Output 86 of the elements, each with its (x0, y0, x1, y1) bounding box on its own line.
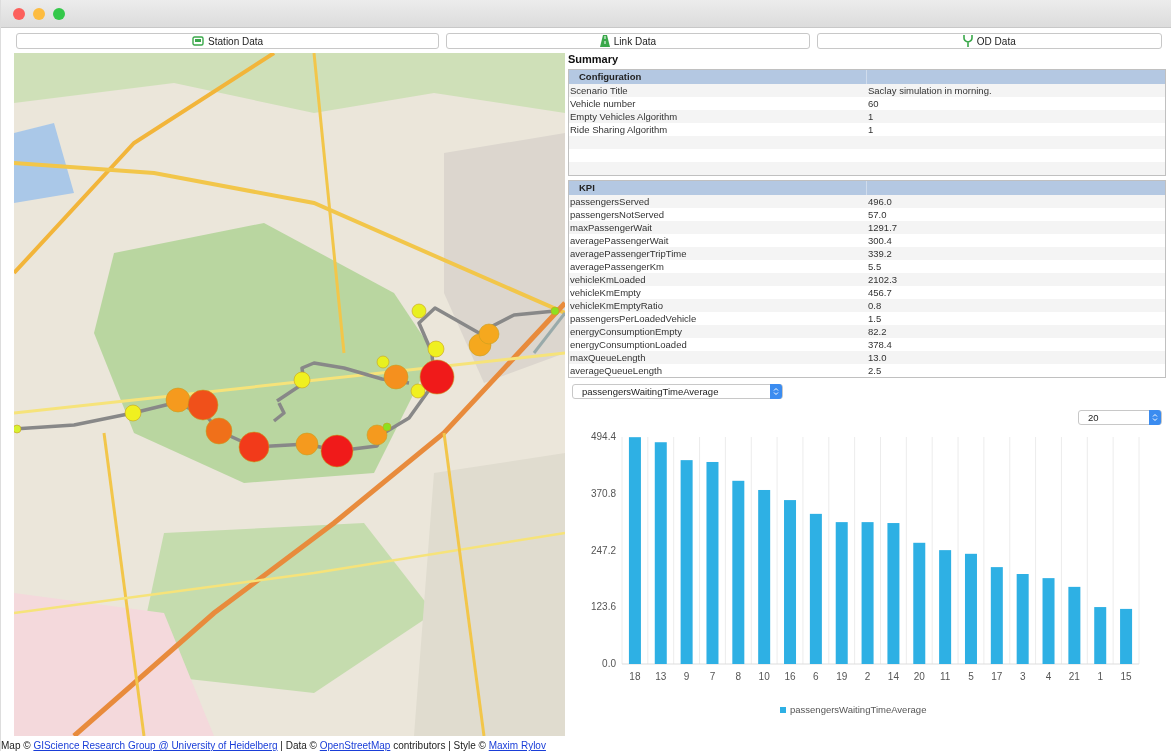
table-cell-text: 57.0 (868, 208, 888, 221)
zoom-button[interactable] (53, 7, 65, 20)
x-tick-label: 14 (887, 671, 899, 682)
x-tick-label: 10 (758, 671, 770, 682)
bar (1120, 608, 1133, 664)
y-tick-label: 123.6 (590, 601, 616, 613)
table-cell-text: 1.5 (868, 312, 883, 325)
x-tick-label: 19 (836, 671, 848, 682)
table-cell-text: passengersServed (569, 195, 651, 208)
fork-icon (962, 35, 973, 47)
table-cell-text: 339.2 (868, 247, 893, 260)
table-cell-text: 496.0 (868, 195, 893, 208)
x-tick-label: 15 (1120, 671, 1132, 682)
table-cell-text: Scenario Title (569, 84, 629, 97)
y-tick-label: 370.8 (590, 487, 616, 499)
table-cell-text: 300.4 (868, 234, 893, 247)
dropdown[interactable]: 20 (1078, 410, 1162, 425)
y-tick-label: 494.4 (590, 431, 616, 442)
close-button[interactable] (13, 7, 25, 20)
table-cell-text: averagePassengerKm (569, 260, 665, 273)
table-cell-text: energyConsumptionLoaded (569, 338, 688, 351)
table-cell-text: averageQueueLength (569, 364, 663, 377)
table-cell-text: 456.7 (868, 286, 893, 299)
x-tick-label: 1 (1097, 671, 1103, 682)
table-cell-text: 82.2 (868, 325, 888, 338)
y-tick-label: 247.2 (590, 544, 616, 556)
table-cell-text: 1 (868, 110, 875, 123)
toolbar-button[interactable]: Station Data (16, 33, 440, 49)
x-tick-label: 18 (629, 671, 641, 682)
table-cell-text: 5.5 (868, 260, 883, 273)
table-cell-text: vehicleKmEmptyRatio (569, 299, 664, 312)
x-tick-label: 13 (655, 671, 667, 682)
x-tick-label: 21 (1068, 671, 1080, 682)
x-tick-label: 9 (683, 671, 690, 682)
table-cell-text: averagePassengerTripTime (569, 247, 688, 260)
table-cell-text: averagePassengerWait (569, 234, 670, 247)
y-tick-label: 0.0 (602, 658, 616, 669)
table-cell-text: 0.8 (868, 299, 883, 312)
bar (1094, 607, 1107, 664)
table-cell-text: 13.0 (868, 351, 888, 364)
table-cell-text: 1 (868, 123, 875, 136)
stepper-icon (1152, 413, 1158, 422)
x-tick-label: 4 (1045, 671, 1052, 682)
table-cell-text: maxQueueLength (569, 351, 647, 364)
table-header: KPI (569, 181, 1165, 195)
table-cell-text: 60 (868, 97, 880, 110)
stepper-icon (773, 387, 779, 396)
x-tick-label: 2 (864, 671, 871, 682)
bus-icon (192, 35, 205, 47)
x-tick-label: 8 (735, 671, 742, 682)
table-cell-text: passengersPerLoadedVehicle (569, 312, 698, 325)
x-tick-label: 5 (968, 671, 974, 682)
table-cell-text: 2.5 (868, 364, 883, 377)
table-cell-text: Empty Vehicles Algorithm (569, 110, 679, 123)
legend-label: passengersWaitingTimeAverage (790, 704, 927, 715)
table-cell-text: 2102.3 (868, 273, 899, 286)
x-tick-label: 6 (813, 671, 819, 682)
x-tick-label: 7 (709, 671, 716, 682)
map-attribution: Map © GIScience Research Group @ University of Heidelberg | Data © OpenStreetMap contributors | Style © Maxim Rylov (1, 740, 547, 751)
table-cell-text: maxPassengerWait (569, 221, 653, 234)
table-cell-text: 378.4 (868, 338, 893, 351)
x-tick-label: 16 (784, 671, 796, 682)
table-cell-text: energyConsumptionEmpty (569, 325, 683, 338)
toolbar-button[interactable]: Link Data (446, 33, 810, 49)
table-cell-text: vehicleKmEmpty (569, 286, 642, 299)
attribution-link[interactable]: GIScience Research Group @ University of Heidelberg (33, 740, 278, 751)
x-tick-label: 11 (939, 671, 951, 682)
x-tick-label: 3 (1019, 671, 1026, 682)
table-cell-text: Ride Sharing Algorithm (569, 123, 669, 136)
table-header: Configuration (569, 70, 1165, 84)
summary-title: Summary (568, 53, 620, 66)
toolbar-button[interactable]: OD Data (816, 33, 1162, 49)
road-icon (599, 35, 610, 47)
attribution-link[interactable]: OpenStreetMap (319, 740, 391, 751)
legend-swatch (780, 707, 786, 713)
attribution-link[interactable]: Maxim Rylov (488, 740, 546, 751)
table-cell-text: passengersNotServed (569, 208, 665, 221)
x-tick-label: 17 (991, 671, 1003, 682)
table-cell-text: Vehicle number (569, 97, 637, 110)
map-drawing[interactable] (14, 53, 565, 736)
table-cell-text: Saclay simulation in morning. (868, 84, 993, 97)
minimize-button[interactable] (33, 7, 45, 20)
dropdown[interactable]: passengersWaitingTimeAverage (572, 384, 783, 399)
x-tick-label: 20 (913, 671, 925, 682)
table-cell-text: vehicleKmLoaded (569, 273, 647, 286)
table-cell-text: 1291.7 (868, 221, 899, 234)
